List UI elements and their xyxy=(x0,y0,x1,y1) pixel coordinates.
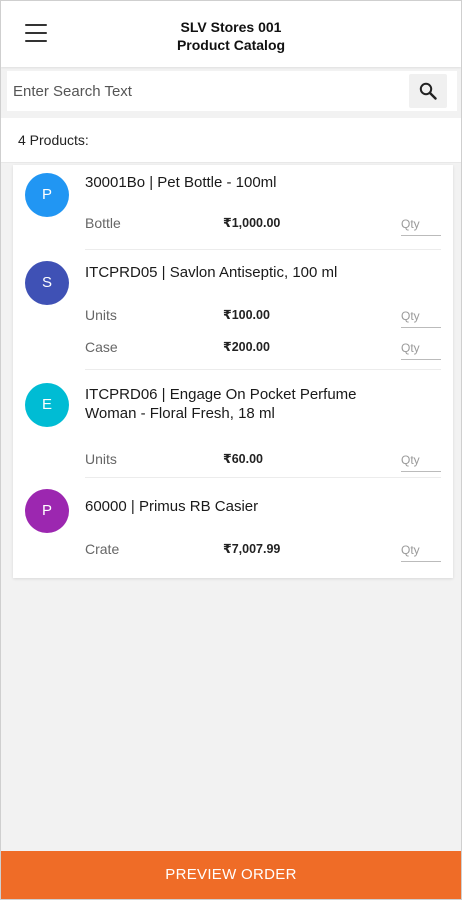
product-count: 4 Products: xyxy=(18,132,89,148)
unit-row: Crate ₹7,007.99 xyxy=(85,539,445,562)
search-bar xyxy=(7,71,457,111)
qty-input[interactable] xyxy=(401,539,441,562)
store-name: SLV Stores 001 xyxy=(180,19,282,35)
avatar: P xyxy=(25,489,69,533)
menu-line xyxy=(25,40,47,43)
unit-label: Units xyxy=(85,307,117,323)
qty-input[interactable] xyxy=(401,449,441,472)
product-list: P 30001Bo | Pet Bottle - 100ml Bottle ₹1… xyxy=(13,165,453,578)
unit-price: ₹200.00 xyxy=(223,340,270,354)
unit-label: Crate xyxy=(85,541,120,557)
unit-label: Case xyxy=(85,339,118,355)
unit-row: Case ₹200.00 xyxy=(85,337,445,360)
qty-input[interactable] xyxy=(401,213,441,236)
app-bar: SLV Stores 001 Product Catalog xyxy=(1,1,461,67)
product-name: ITCPRD06 | Engage On Pocket Perfume Woma… xyxy=(85,385,425,423)
unit-price: ₹7,007.99 xyxy=(223,542,281,556)
avatar: S xyxy=(25,261,69,305)
search-button[interactable] xyxy=(409,74,447,108)
qty-input[interactable] xyxy=(401,337,441,360)
search-input[interactable] xyxy=(7,71,397,111)
divider xyxy=(85,369,441,370)
search-icon xyxy=(419,82,437,100)
header-titles: SLV Stores 001 Product Catalog xyxy=(101,18,361,54)
unit-price: ₹1,000.00 xyxy=(223,216,281,230)
menu-line xyxy=(25,32,47,35)
divider xyxy=(85,477,441,478)
product-name: 60000 | Primus RB Casier xyxy=(85,498,259,515)
page-title: Product Catalog xyxy=(176,37,286,53)
qty-input[interactable] xyxy=(401,305,441,328)
product-count-bar: 4 Products: xyxy=(1,118,461,163)
product-name: 30001Bo | Pet Bottle - 100ml xyxy=(85,174,277,191)
divider xyxy=(85,249,441,250)
unit-label: Bottle xyxy=(85,215,121,231)
hamburger-menu-icon[interactable] xyxy=(23,22,49,44)
avatar: P xyxy=(25,173,69,217)
unit-row: Units ₹60.00 xyxy=(85,449,445,472)
unit-row: Units ₹100.00 xyxy=(85,305,445,328)
preview-order-label: PREVIEW ORDER xyxy=(165,866,297,883)
unit-row: Bottle ₹1,000.00 xyxy=(85,213,445,236)
menu-line xyxy=(25,24,47,27)
unit-price: ₹60.00 xyxy=(223,452,263,466)
unit-label: Units xyxy=(85,451,117,467)
app-screen: SLV Stores 001 Product Catalog 4 Product… xyxy=(0,0,462,900)
avatar: E xyxy=(25,383,69,427)
unit-price: ₹100.00 xyxy=(223,308,270,322)
product-name: ITCPRD05 | Savlon Antiseptic, 100 ml xyxy=(85,264,338,281)
product-name-line: ITCPRD06 | Engage On Pocket Perfume xyxy=(85,386,357,403)
product-name-line: Woman - Floral Fresh, 18 ml xyxy=(85,405,275,422)
preview-order-button[interactable]: PREVIEW ORDER xyxy=(1,851,461,899)
